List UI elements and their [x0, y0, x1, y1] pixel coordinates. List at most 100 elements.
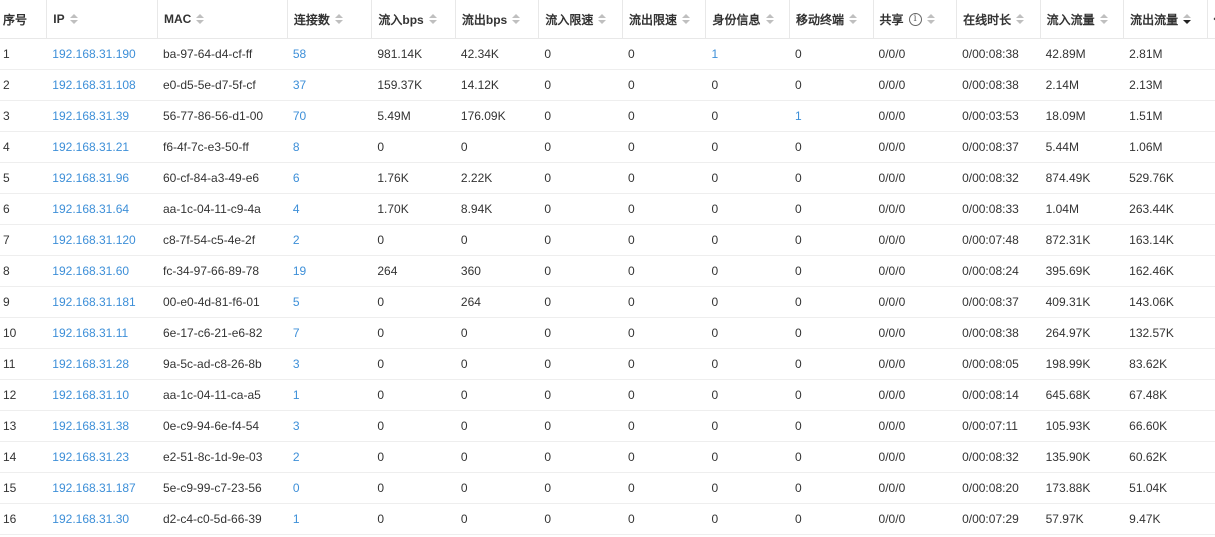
sort-descending-icon[interactable] [765, 20, 774, 24]
cell-ip-value[interactable]: 192.168.31.108 [52, 78, 135, 92]
cell-ip-value[interactable]: 192.168.31.120 [52, 233, 135, 247]
sort-descending-icon[interactable] [849, 20, 858, 24]
sort-descending-icon[interactable] [69, 20, 78, 24]
cell-ip-value[interactable]: 192.168.31.181 [52, 295, 135, 309]
cell-conn[interactable]: 5 [286, 286, 372, 318]
cell-ip-value[interactable]: 192.168.31.190 [52, 47, 135, 61]
cell-ip-value[interactable]: 192.168.31.64 [52, 202, 129, 216]
column-header-out_traffic[interactable]: 流出流量 [1123, 0, 1207, 39]
cell-conn[interactable]: 1 [286, 379, 372, 411]
column-header-identity[interactable]: 身份信息 [705, 0, 790, 39]
cell-conn[interactable]: 0 [286, 472, 372, 504]
cell-ip-value[interactable]: 192.168.31.23 [52, 450, 129, 464]
cell-conn[interactable]: 3 [286, 348, 372, 380]
sort-icon[interactable] [1016, 14, 1025, 24]
column-header-mobile[interactable]: 移动终端 [789, 0, 873, 39]
sort-descending-icon[interactable] [512, 20, 521, 24]
sort-ascending-icon[interactable] [1099, 14, 1108, 18]
column-header-in_bps[interactable]: 流入bps [371, 0, 455, 39]
column-header-out_bps[interactable]: 流出bps [454, 0, 539, 39]
cell-ip[interactable]: 192.168.31.38 [46, 410, 157, 442]
cell-conn-value[interactable]: 70 [293, 109, 306, 123]
cell-ip[interactable]: 192.168.31.39 [46, 100, 157, 132]
cell-conn-value[interactable]: 2 [293, 450, 300, 464]
cell-identity[interactable]: 1 [705, 38, 790, 70]
cell-ip-value[interactable]: 192.168.31.38 [52, 419, 129, 433]
sort-descending-icon[interactable] [428, 20, 437, 24]
sort-icon[interactable] [926, 14, 935, 24]
sort-ascending-icon[interactable] [428, 14, 437, 18]
sort-descending-icon[interactable] [681, 20, 690, 24]
cell-ip[interactable]: 192.168.31.187 [46, 472, 157, 504]
cell-conn-value[interactable]: 6 [293, 171, 300, 185]
cell-conn[interactable]: 2 [286, 441, 372, 473]
cell-conn-value[interactable]: 7 [293, 326, 300, 340]
cell-ip-value[interactable]: 192.168.31.96 [52, 171, 129, 185]
cell-conn[interactable]: 3 [286, 410, 372, 442]
sort-descending-icon[interactable] [1016, 20, 1025, 24]
cell-conn[interactable]: 58 [286, 38, 372, 70]
sort-icon[interactable] [1183, 14, 1192, 24]
sort-icon[interactable] [69, 14, 78, 24]
column-header-conn[interactable]: 连接数 [286, 0, 372, 39]
cell-conn[interactable]: 1 [286, 503, 372, 535]
info-icon[interactable]: i [908, 12, 922, 26]
sort-icon[interactable] [681, 14, 690, 24]
column-header-out_limit[interactable]: 流出限速 [621, 0, 706, 39]
cell-identity-value[interactable]: 1 [711, 47, 718, 61]
cell-conn[interactable]: 2 [286, 224, 372, 256]
cell-conn-value[interactable]: 19 [293, 264, 306, 278]
cell-ip-value[interactable]: 192.168.31.28 [52, 357, 129, 371]
cell-conn[interactable]: 4 [286, 193, 372, 225]
sort-ascending-icon[interactable] [849, 14, 858, 18]
cell-ip[interactable]: 192.168.31.64 [46, 193, 157, 225]
cell-conn-value[interactable]: 3 [293, 357, 300, 371]
sort-ascending-icon[interactable] [69, 14, 78, 18]
sort-icon[interactable] [428, 14, 437, 24]
cell-ip[interactable]: 192.168.31.10 [46, 379, 157, 411]
sort-descending-icon[interactable] [334, 20, 343, 24]
sort-ascending-icon[interactable] [196, 14, 205, 18]
sort-icon[interactable] [1099, 14, 1108, 24]
sort-descending-icon[interactable] [1183, 20, 1192, 24]
cell-ip[interactable]: 192.168.31.30 [46, 503, 157, 535]
cell-ip-value[interactable]: 192.168.31.10 [52, 388, 129, 402]
cell-ip[interactable]: 192.168.31.190 [46, 38, 157, 70]
sort-ascending-icon[interactable] [512, 14, 521, 18]
cell-ip[interactable]: 192.168.31.181 [46, 286, 157, 318]
cell-conn[interactable]: 70 [286, 100, 372, 132]
cell-conn[interactable]: 6 [286, 162, 372, 194]
sort-icon[interactable] [765, 14, 774, 24]
sort-ascending-icon[interactable] [1016, 14, 1025, 18]
cell-conn-value[interactable]: 37 [293, 78, 306, 92]
cell-mobile[interactable]: 1 [789, 100, 873, 132]
cell-ip[interactable]: 192.168.31.120 [46, 224, 157, 256]
cell-ip[interactable]: 192.168.31.96 [46, 162, 157, 194]
cell-ip-value[interactable]: 192.168.31.30 [52, 512, 129, 526]
column-header-online[interactable]: 在线时长 [956, 0, 1040, 39]
cell-ip-value[interactable]: 192.168.31.11 [52, 326, 128, 340]
cell-ip-value[interactable]: 192.168.31.187 [52, 481, 135, 495]
sort-ascending-icon[interactable] [334, 14, 343, 18]
column-header-mac[interactable]: MAC [157, 0, 287, 39]
cell-conn[interactable]: 37 [286, 69, 372, 101]
sort-ascending-icon[interactable] [765, 14, 774, 18]
cell-ip[interactable]: 192.168.31.11 [46, 317, 157, 349]
sort-icon[interactable] [512, 14, 521, 24]
cell-conn-value[interactable]: 0 [293, 481, 300, 495]
sort-icon[interactable] [849, 14, 858, 24]
column-header-in_traffic[interactable]: 流入流量 [1039, 0, 1124, 39]
cell-conn-value[interactable]: 4 [293, 202, 300, 216]
sort-ascending-icon[interactable] [681, 14, 690, 18]
cell-ip-value[interactable]: 192.168.31.21 [52, 140, 129, 154]
cell-conn[interactable]: 19 [286, 255, 372, 287]
sort-ascending-icon[interactable] [1183, 14, 1192, 18]
sort-descending-icon[interactable] [196, 20, 205, 24]
cell-ip[interactable]: 192.168.31.108 [46, 69, 157, 101]
cell-conn-value[interactable]: 2 [293, 233, 300, 247]
sort-ascending-icon[interactable] [598, 14, 607, 18]
cell-ip-value[interactable]: 192.168.31.60 [52, 264, 129, 278]
column-header-share[interactable]: 共享 i [872, 0, 957, 39]
cell-conn-value[interactable]: 5 [293, 295, 300, 309]
sort-ascending-icon[interactable] [926, 14, 935, 18]
